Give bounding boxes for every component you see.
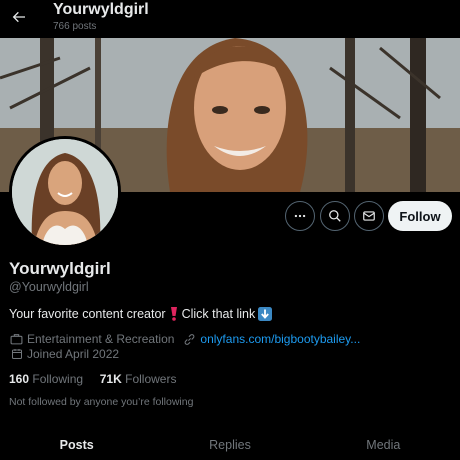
calendar-icon: [9, 347, 24, 361]
profile-name: Yourwyldgirl: [9, 259, 111, 278]
profile-tabs: Posts Replies Media: [0, 428, 460, 460]
more-horizontal-icon: [294, 214, 306, 218]
profile-joined: Joined April 2022: [27, 347, 120, 361]
briefcase-icon: [9, 332, 24, 346]
more-button[interactable]: [285, 201, 315, 231]
profile-bio: Your favorite content creator Click that…: [9, 307, 273, 321]
profile-link[interactable]: onlyfans.com/bigbootybailey...: [200, 332, 360, 346]
link-icon: [182, 332, 197, 346]
mail-icon: [363, 211, 375, 221]
exclamation-emoji-icon: [170, 307, 177, 321]
profile-meta-row: Entertainment & Recreation onlyfans.com/…: [9, 332, 360, 346]
avatar[interactable]: [9, 136, 121, 248]
down-arrow-emoji-icon: [258, 307, 273, 321]
followers-link[interactable]: 71K Followers: [100, 372, 177, 386]
tab-media[interactable]: Media: [307, 428, 460, 460]
back-button[interactable]: [8, 6, 30, 28]
profile-joined-row: Joined April 2022: [9, 347, 119, 361]
follow-stats: 160 Following 71K Followers: [9, 372, 176, 386]
arrow-left-icon: [12, 11, 25, 23]
post-count: 766 posts: [53, 21, 97, 32]
profile-handle: @Yourwyldgirl: [9, 280, 89, 294]
search-button[interactable]: [320, 201, 350, 231]
tab-posts[interactable]: Posts: [0, 428, 153, 460]
tab-replies[interactable]: Replies: [153, 428, 306, 460]
top-bar: Yourwyldgirl 766 posts: [0, 0, 460, 38]
search-icon: [329, 210, 341, 222]
bio-text-2: Click that link: [181, 307, 256, 321]
follow-button[interactable]: Follow: [388, 201, 452, 231]
following-link[interactable]: 160 Following: [9, 372, 83, 386]
message-button[interactable]: [354, 201, 384, 231]
profile-category: Entertainment & Recreation: [27, 332, 175, 346]
not-followed-note: Not followed by anyone you’re following: [9, 396, 194, 408]
bio-text: Your favorite content creator: [9, 307, 166, 321]
header-title: Yourwyldgirl: [53, 1, 149, 18]
